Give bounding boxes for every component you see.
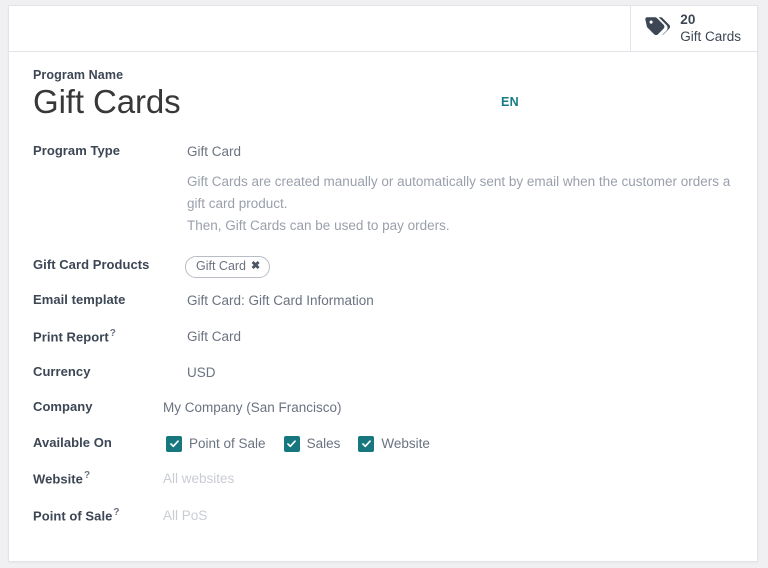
field-row-website: Website? All websites [33,469,733,489]
check-icon [169,439,179,447]
program-name-value[interactable]: Gift Cards [33,83,733,120]
currency-value[interactable]: USD [163,363,733,383]
point-of-sale-label: Point of Sale? [33,506,163,523]
field-row-currency: Currency USD [33,363,733,383]
website-input[interactable]: All websites [163,469,733,489]
help-icon-point-of-sale[interactable]: ? [113,507,119,518]
checkbox-label-website: Website [381,435,430,451]
program-name-label: Program Name [33,68,124,82]
checkbox-label-point-of-sale: Point of Sale [189,435,266,451]
field-row-available-on: Available On Point of Sale Sales Website [33,434,733,454]
field-row-company: Company My Company (San Francisco) [33,398,733,418]
available-on-field: Point of Sale Sales Website [163,434,733,454]
program-type-description: Gift Cards are created manually or autom… [187,171,733,237]
print-report-value[interactable]: Gift Card [163,327,733,347]
gift-card-products-label: Gift Card Products [33,256,150,272]
stat-button-gift-cards[interactable]: 20 Gift Cards [630,6,757,51]
stat-label: Gift Cards [680,28,741,44]
available-on-label: Available On [33,434,112,450]
field-row-program-type: Program Type Gift Card Gift Cards are cr… [33,142,733,237]
program-type-description-line1: Gift Cards are created manually or autom… [187,173,731,211]
print-report-label-text: Print Report [33,329,109,345]
email-template-label: Email template [33,292,126,308]
company-value[interactable]: My Company (San Francisco) [163,398,733,418]
title-block: Program Name Gift Cards EN [33,68,733,120]
email-template-value[interactable]: Gift Card: Gift Card Information [163,291,733,311]
field-row-print-report: Print Report? Gift Card [33,327,733,347]
checkbox-website[interactable] [358,435,375,452]
tag-gift-card[interactable]: Gift Card ✖ [185,255,271,279]
company-label: Company [33,399,93,415]
checkbox-item-sales[interactable]: Sales [283,434,341,454]
checkbox-point-of-sale[interactable] [166,435,182,452]
language-badge[interactable]: EN [501,95,519,109]
checkbox-sales[interactable] [283,435,300,452]
check-icon [361,439,371,447]
tag-gift-card-label: Gift Card [196,258,247,273]
stat-button-bar: 20 Gift Cards [9,6,757,52]
checkbox-item-website[interactable]: Website [358,434,430,454]
print-report-label: Print Report? [33,327,163,344]
field-row-point-of-sale: Point of Sale? All PoS [33,506,733,526]
stat-button-text: 20 Gift Cards [680,12,741,45]
field-row-gift-card-products: Gift Card Products Gift Card ✖ [33,255,733,279]
close-icon[interactable]: ✖ [251,261,260,272]
sheet-body: Program Name Gift Cards EN Program Type … [9,52,757,525]
currency-label: Currency [33,363,91,379]
website-label: Website? [33,469,163,486]
tag-icon [645,16,671,41]
help-icon-print-report[interactable]: ? [110,328,116,339]
point-of-sale-label-text: Point of Sale [33,508,113,524]
website-label-text: Website [33,471,83,487]
available-on-checkbox-group: Point of Sale Sales Website [163,434,733,454]
help-icon-website[interactable]: ? [84,470,90,481]
checkbox-item-point-of-sale[interactable]: Point of Sale [166,434,266,454]
program-type-label: Program Type [33,143,121,159]
point-of-sale-input[interactable]: All PoS [163,506,733,526]
program-type-value[interactable]: Gift Card [187,142,733,162]
program-type-description-line2: Then, Gift Cards can be used to pay orde… [187,217,450,233]
stat-value: 20 [680,12,696,28]
check-icon [287,439,296,447]
form-sheet: 20 Gift Cards Program Name Gift Cards EN… [8,5,758,562]
checkbox-label-sales: Sales [306,435,341,451]
gift-card-products-field[interactable]: Gift Card ✖ [163,255,733,279]
program-type-field: Gift Card Gift Cards are created manuall… [163,142,733,237]
field-row-email-template: Email template Gift Card: Gift Card Info… [33,291,733,311]
